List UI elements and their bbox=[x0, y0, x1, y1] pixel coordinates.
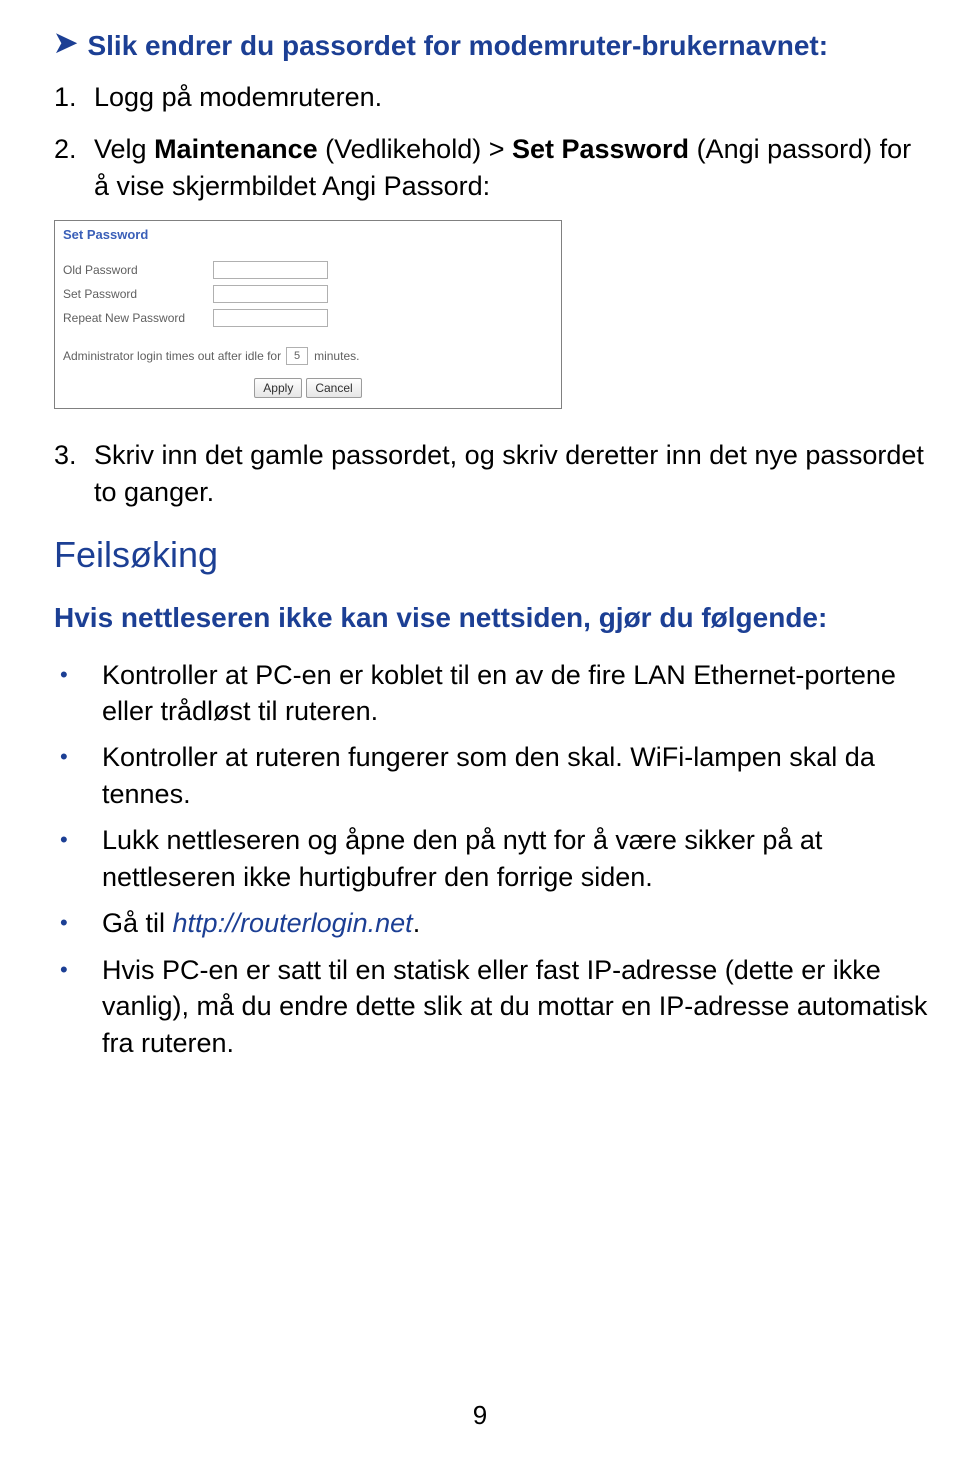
old-password-row: Old Password bbox=[55, 258, 561, 282]
old-password-input[interactable] bbox=[213, 261, 328, 279]
step-number: 1. bbox=[54, 79, 94, 115]
list-item: • Kontroller at ruteren fungerer som den… bbox=[54, 739, 932, 812]
numbered-steps: 1. Logg på modemruteren. 2. Velg Mainten… bbox=[54, 79, 932, 204]
field-label: Old Password bbox=[63, 263, 213, 277]
troubleshoot-intro: Hvis nettleseren ikke kan vise nettsiden… bbox=[54, 600, 932, 636]
arrow-right-icon: ➤ bbox=[54, 28, 77, 59]
set-password-input[interactable] bbox=[213, 285, 328, 303]
apply-button[interactable]: Apply bbox=[254, 378, 302, 398]
bullet-icon: • bbox=[54, 952, 102, 987]
repeat-password-input[interactable] bbox=[213, 309, 328, 327]
bullet-icon: • bbox=[54, 739, 102, 774]
bullet-text: Lukk nettleseren og åpne den på nytt for… bbox=[102, 822, 932, 895]
bullet-text: Gå til http://routerlogin.net. bbox=[102, 905, 420, 941]
heading-text: Slik endrer du passordet for modemruter-… bbox=[87, 28, 828, 63]
repeat-password-row: Repeat New Password bbox=[55, 306, 561, 330]
routerlogin-link[interactable]: http://routerlogin.net bbox=[173, 908, 413, 938]
step-number: 3. bbox=[54, 437, 94, 473]
numbered-steps-cont: 3. Skriv inn det gamle passordet, og skr… bbox=[54, 437, 932, 510]
bullet-text: Hvis PC-en er satt til en statisk eller … bbox=[102, 952, 932, 1061]
panel-title: Set Password bbox=[55, 221, 561, 246]
step-2: 2. Velg Maintenance (Vedlikehold) > Set … bbox=[54, 131, 932, 204]
cancel-button[interactable]: Cancel bbox=[306, 378, 361, 398]
timeout-input[interactable]: 5 bbox=[286, 347, 308, 365]
bullet-text: Kontroller at ruteren fungerer som den s… bbox=[102, 739, 932, 812]
troubleshooting-heading: Feilsøking bbox=[54, 534, 932, 576]
step-number: 2. bbox=[54, 131, 94, 167]
bullet-text: Kontroller at PC-en er koblet til en av … bbox=[102, 657, 932, 730]
step-3: 3. Skriv inn det gamle passordet, og skr… bbox=[54, 437, 932, 510]
list-item: • Kontroller at PC-en er koblet til en a… bbox=[54, 657, 932, 730]
timeout-prefix: Administrator login times out after idle… bbox=[63, 349, 281, 363]
section-heading: ➤ Slik endrer du passordet for modemrute… bbox=[54, 28, 932, 63]
list-item: • Gå til http://routerlogin.net. bbox=[54, 905, 932, 941]
bullet-icon: • bbox=[54, 822, 102, 857]
set-password-screenshot: Set Password Old Password Set Password R… bbox=[54, 220, 562, 409]
bullet-icon: • bbox=[54, 657, 102, 692]
step-text: Logg på modemruteren. bbox=[94, 79, 382, 115]
list-item: • Hvis PC-en er satt til en statisk elle… bbox=[54, 952, 932, 1061]
bullet-icon: • bbox=[54, 905, 102, 940]
field-label: Set Password bbox=[63, 287, 213, 301]
page-number: 9 bbox=[0, 1400, 960, 1431]
list-item: • Lukk nettleseren og åpne den på nytt f… bbox=[54, 822, 932, 895]
set-password-row: Set Password bbox=[55, 282, 561, 306]
timeout-row: Administrator login times out after idle… bbox=[55, 341, 561, 371]
field-label: Repeat New Password bbox=[63, 311, 213, 325]
timeout-suffix: minutes. bbox=[314, 349, 359, 363]
button-row: Apply Cancel bbox=[55, 372, 561, 408]
step-text: Velg Maintenance (Vedlikehold) > Set Pas… bbox=[94, 131, 932, 204]
step-1: 1. Logg på modemruteren. bbox=[54, 79, 932, 115]
troubleshoot-bullets: • Kontroller at PC-en er koblet til en a… bbox=[54, 657, 932, 1061]
step-text: Skriv inn det gamle passordet, og skriv … bbox=[94, 437, 932, 510]
